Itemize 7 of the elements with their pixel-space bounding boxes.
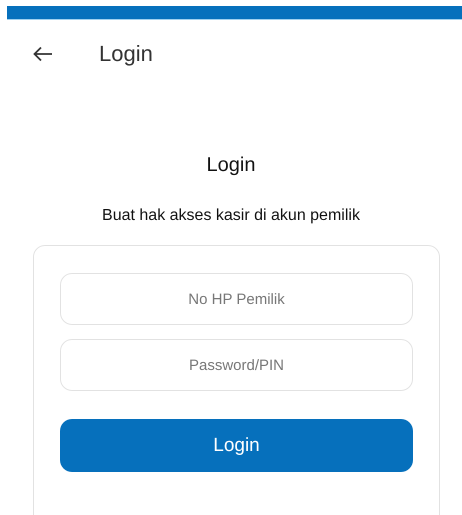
- form-subtitle: Buat hak akses kasir di akun pemilik: [101, 207, 361, 225]
- form-heading: Login: [206, 154, 256, 177]
- login-button[interactable]: Login: [60, 419, 413, 472]
- screen-title: Login: [99, 41, 153, 67]
- input-field[interactable]: Password/PIN: [60, 339, 413, 391]
- back-arrow-icon[interactable]: [33, 46, 53, 62]
- input-field[interactable]: No HP Pemilik: [60, 273, 413, 325]
